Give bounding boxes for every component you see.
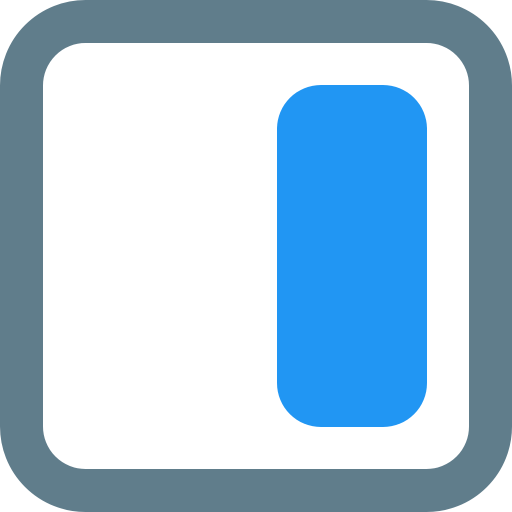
sidebar-right-icon-graphic (0, 0, 512, 512)
right-panel (277, 85, 427, 427)
sidebar-right-icon (0, 0, 512, 512)
